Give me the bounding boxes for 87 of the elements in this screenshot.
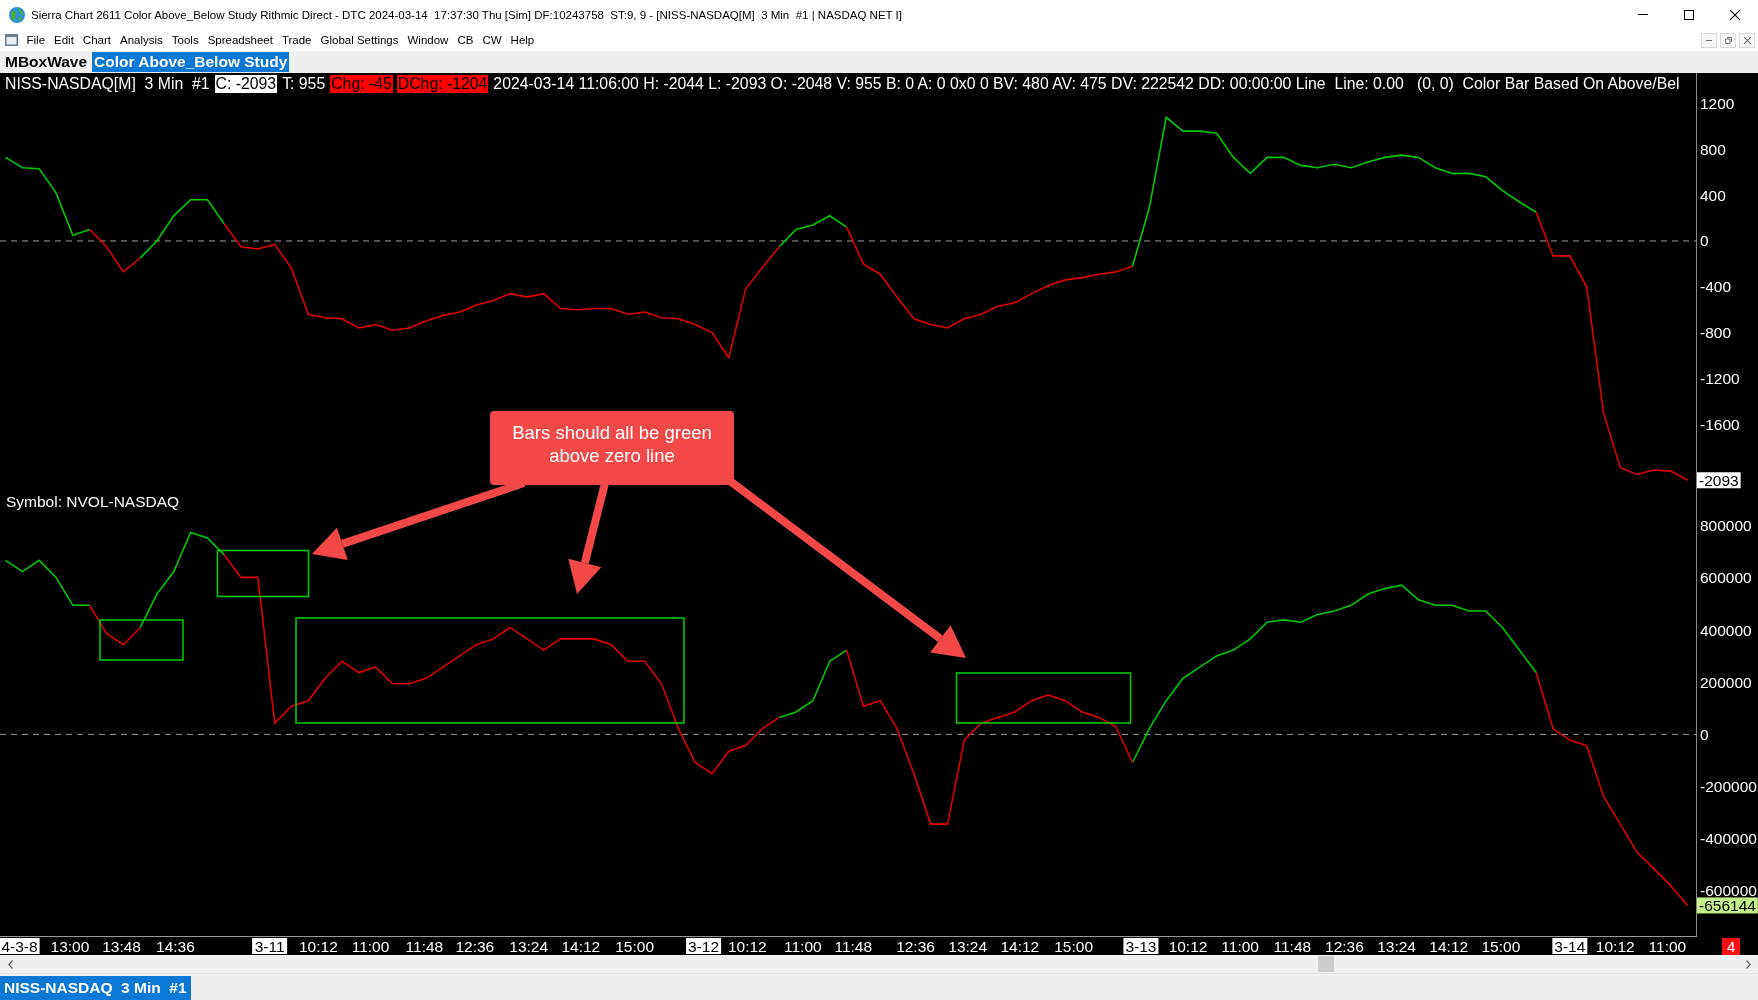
globe-icon [9, 6, 25, 23]
time-label: 12:36 [896, 938, 935, 955]
date-label: 3-14 [1552, 938, 1588, 955]
last-price-text: C: -2093 [214, 75, 278, 93]
axis-label: -200000 [1700, 778, 1757, 795]
menu-item[interactable]: Trade [277, 33, 316, 47]
axis-label: 400 [1700, 186, 1726, 204]
chart-symbol-label: Symbol: NVOL-NASDAQ [6, 492, 180, 510]
time-label: 10:12 [299, 938, 338, 955]
date-label: 4-3-8 [0, 938, 40, 955]
time-label: 11:00 [1648, 938, 1687, 955]
axis-label: -1200 [1700, 369, 1740, 387]
study-tab[interactable]: MBoxWave [3, 52, 90, 72]
scrollbar-thumb[interactable] [1318, 956, 1334, 972]
axis-label: 200000 [1700, 673, 1752, 691]
time-label: 14:12 [1429, 938, 1469, 955]
time-label: 14:36 [156, 938, 195, 955]
axis-label: 0 [1700, 232, 1709, 250]
axis-label: 800 [1700, 140, 1726, 158]
chart-info-text: NISS-NASDAQ[M] 3 Min #1 [4, 75, 211, 93]
menu-item[interactable]: File [22, 33, 50, 47]
time-label: 13:48 [102, 938, 141, 955]
close-icon [1730, 9, 1740, 20]
time-label: 11:48 [1273, 938, 1312, 955]
chart-info-text: T: 955 [281, 75, 327, 93]
time-label: 15:00 [1054, 938, 1094, 955]
time-label: 13:24 [948, 938, 988, 955]
menu-item[interactable]: Chart [78, 33, 115, 47]
change-text: Chg: -45 [330, 75, 393, 93]
axis-label: 400000 [1700, 621, 1752, 639]
minimize-button[interactable] [1701, 32, 1717, 48]
chevron-right-icon [1745, 959, 1751, 969]
minimize-icon [1706, 39, 1712, 41]
time-label: 11:00 [1221, 938, 1259, 955]
menu-item[interactable]: CB [453, 33, 478, 47]
menu-item[interactable]: Tools [167, 33, 203, 47]
change-text: DChg: -1204 [396, 75, 489, 93]
menu-item[interactable]: Window [403, 33, 453, 47]
menu-item[interactable]: Spreadsheet [203, 33, 277, 47]
close-button[interactable] [1739, 32, 1755, 48]
chart-window-icon[interactable] [5, 34, 18, 46]
date-label: 3-13 [1123, 938, 1159, 955]
axis-label: 0 [1700, 725, 1709, 743]
menu-item[interactable]: Analysis [116, 33, 167, 47]
axis-label: 800000 [1700, 517, 1752, 535]
time-label: 11:48 [405, 938, 444, 955]
time-label: 14:12 [561, 938, 601, 955]
last-price-marker: -656144 [1697, 896, 1758, 914]
time-label: 12:36 [455, 938, 495, 955]
time-label: 11:00 [351, 938, 390, 955]
axis-label: -400 [1700, 278, 1732, 296]
time-label: 14:12 [1000, 938, 1040, 955]
axis-label: -800 [1700, 324, 1732, 342]
axis-label: 600000 [1700, 569, 1752, 587]
callout-box: Bars should all be green above zero line [490, 411, 734, 485]
restore-button[interactable] [1720, 32, 1736, 48]
chartbook-tab[interactable]: NISS-NASDAQ 3 Min #1 [0, 976, 191, 1000]
menu-item[interactable]: Global Settings [316, 33, 403, 47]
window-title: Sierra Chart 2611 Color Above_Below Study Rithmic Direct - DTC 2024-03-14 17:37:30 Thu [Sim] DF:10243758 ST:9, 9 - [NISS-NASDAQ[M] 3 Min #1 | NASDAQ NET I] [31, 8, 902, 21]
menu-item[interactable]: Edit [50, 33, 78, 47]
time-label: 11:00 [784, 938, 822, 955]
close-icon [1743, 36, 1751, 44]
chevron-left-icon [7, 959, 13, 969]
axis-label: 1200 [1700, 95, 1735, 113]
time-label: 15:00 [615, 938, 655, 955]
date-label: 3-11 [252, 938, 288, 955]
time-label: 12:36 [1325, 938, 1364, 955]
last-price-marker: -2093 [1697, 471, 1741, 489]
menu-item[interactable]: CW [478, 33, 506, 47]
date-label: 3-12 [686, 938, 722, 955]
time-label: 10:12 [1168, 938, 1208, 955]
time-label: 13:00 [50, 938, 90, 955]
time-label: 10:12 [727, 938, 767, 955]
menu-item[interactable]: Help [506, 33, 539, 47]
time-label: 11:48 [834, 938, 873, 955]
axis-label: -1600 [1700, 415, 1740, 433]
time-label: 13:24 [1377, 938, 1416, 955]
maximize-icon [1684, 9, 1694, 20]
minimize-icon [1638, 14, 1648, 15]
chart-info-text: 2024-03-14 11:06:00 H: -2044 L: -2093 O: -2048 V: 955 B: 0 A: 0 0x0 0 BV: 480 AV: 475 DV: 222542 DD: 00:00:00 Line Line: 0.00 (0, 0) Color Bar Based On Above/Bel [492, 75, 1681, 93]
time-label: 15:00 [1481, 938, 1521, 955]
time-label: 13:24 [509, 938, 549, 955]
study-tab[interactable]: Color Above_Below Study [92, 52, 290, 72]
restore-icon [1724, 36, 1732, 44]
time-label: 10:12 [1595, 938, 1635, 955]
bar-count-badge: 4 [1722, 938, 1740, 955]
axis-label: -400000 [1700, 830, 1757, 848]
